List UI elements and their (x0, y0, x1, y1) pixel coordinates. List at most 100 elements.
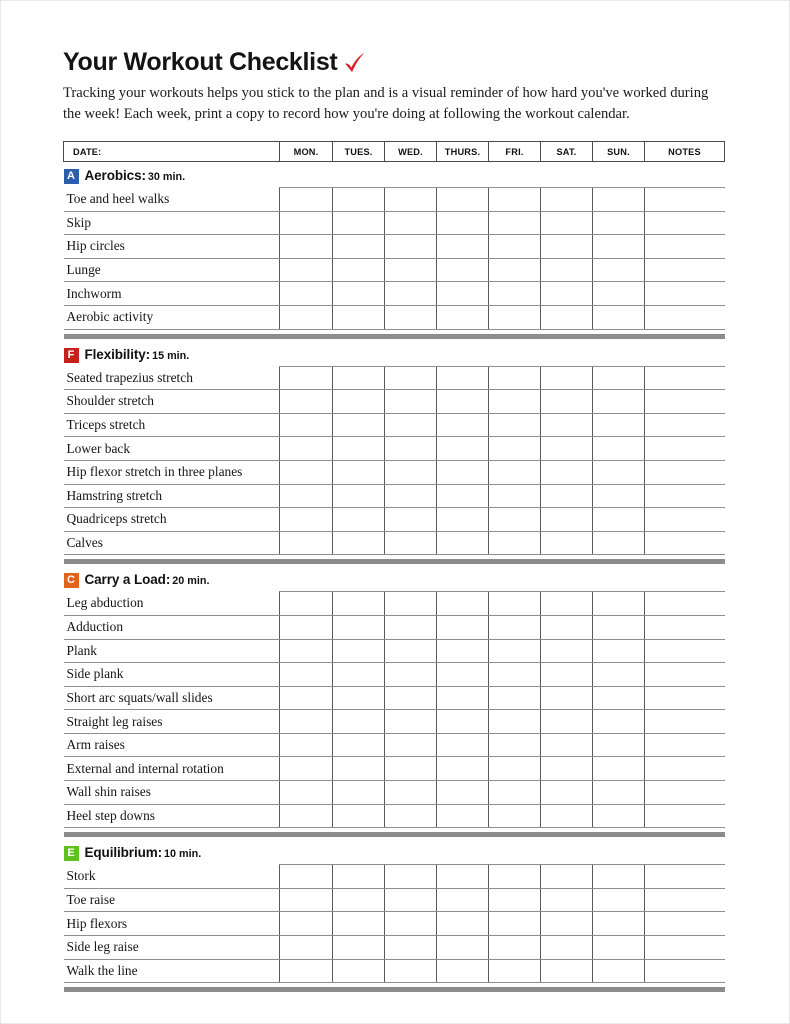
checkbox-cell-thurs[interactable] (436, 780, 489, 805)
checkbox-cell-sat[interactable] (540, 234, 593, 259)
checkbox-cell-thurs[interactable] (436, 187, 489, 212)
checkbox-cell-tues[interactable] (332, 531, 385, 556)
checkbox-cell-mon[interactable] (279, 733, 333, 758)
checkbox-cell-sat[interactable] (540, 258, 593, 283)
checkbox-cell-mon[interactable] (279, 436, 333, 461)
checkbox-cell-notes[interactable] (644, 413, 725, 438)
checkbox-cell-notes[interactable] (644, 935, 725, 960)
checkbox-cell-wed[interactable] (384, 756, 437, 782)
checkbox-cell-tues[interactable] (332, 591, 385, 616)
checkbox-cell-sat[interactable] (540, 639, 593, 664)
checkbox-cell-mon[interactable] (279, 365, 333, 391)
checkbox-cell-mon[interactable] (279, 507, 333, 532)
checkbox-cell-tues[interactable] (332, 187, 385, 212)
checkbox-cell-mon[interactable] (279, 281, 333, 306)
checkbox-cell-tues[interactable] (332, 258, 385, 283)
checkbox-cell-sat[interactable] (540, 484, 593, 509)
checkbox-cell-wed[interactable] (384, 365, 437, 391)
checkbox-cell-thurs[interactable] (436, 756, 489, 782)
checkbox-cell-sat[interactable] (540, 888, 593, 913)
checkbox-cell-fri[interactable] (488, 756, 541, 782)
checkbox-cell-sun[interactable] (592, 911, 645, 937)
checkbox-cell-tues[interactable] (332, 864, 385, 889)
checkbox-cell-mon[interactable] (279, 888, 333, 913)
checkbox-cell-tues[interactable] (332, 959, 385, 984)
checkbox-cell-wed[interactable] (384, 436, 437, 461)
checkbox-cell-sun[interactable] (592, 187, 645, 212)
checkbox-cell-notes[interactable] (644, 911, 725, 937)
checkbox-cell-wed[interactable] (384, 389, 437, 414)
checkbox-cell-fri[interactable] (488, 935, 541, 960)
checkbox-cell-sun[interactable] (592, 662, 645, 687)
checkbox-cell-fri[interactable] (488, 709, 541, 734)
checkbox-cell-fri[interactable] (488, 281, 541, 306)
checkbox-cell-thurs[interactable] (436, 615, 489, 640)
checkbox-cell-notes[interactable] (644, 662, 725, 687)
checkbox-cell-tues[interactable] (332, 804, 385, 829)
checkbox-cell-mon[interactable] (279, 211, 333, 236)
checkbox-cell-tues[interactable] (332, 365, 385, 391)
checkbox-cell-thurs[interactable] (436, 281, 489, 306)
checkbox-cell-notes[interactable] (644, 436, 725, 461)
checkbox-cell-wed[interactable] (384, 733, 437, 758)
checkbox-cell-fri[interactable] (488, 211, 541, 236)
checkbox-cell-thurs[interactable] (436, 234, 489, 259)
checkbox-cell-wed[interactable] (384, 234, 437, 259)
checkbox-cell-tues[interactable] (332, 281, 385, 306)
checkbox-cell-tues[interactable] (332, 507, 385, 532)
checkbox-cell-sat[interactable] (540, 591, 593, 616)
checkbox-cell-sat[interactable] (540, 911, 593, 937)
checkbox-cell-notes[interactable] (644, 864, 725, 889)
checkbox-cell-thurs[interactable] (436, 436, 489, 461)
checkbox-cell-wed[interactable] (384, 709, 437, 734)
checkbox-cell-tues[interactable] (332, 413, 385, 438)
checkbox-cell-tues[interactable] (332, 436, 385, 461)
checkbox-cell-notes[interactable] (644, 187, 725, 212)
checkbox-cell-mon[interactable] (279, 935, 333, 960)
checkbox-cell-sat[interactable] (540, 780, 593, 805)
checkbox-cell-thurs[interactable] (436, 935, 489, 960)
checkbox-cell-mon[interactable] (279, 615, 333, 640)
checkbox-cell-sat[interactable] (540, 733, 593, 758)
checkbox-cell-wed[interactable] (384, 911, 437, 937)
checkbox-cell-sun[interactable] (592, 756, 645, 782)
checkbox-cell-fri[interactable] (488, 258, 541, 283)
checkbox-cell-notes[interactable] (644, 211, 725, 236)
checkbox-cell-fri[interactable] (488, 507, 541, 532)
checkbox-cell-notes[interactable] (644, 365, 725, 391)
checkbox-cell-sun[interactable] (592, 258, 645, 283)
checkbox-cell-thurs[interactable] (436, 662, 489, 687)
checkbox-cell-mon[interactable] (279, 864, 333, 889)
checkbox-cell-fri[interactable] (488, 911, 541, 937)
checkbox-cell-sun[interactable] (592, 935, 645, 960)
checkbox-cell-fri[interactable] (488, 639, 541, 664)
checkbox-cell-fri[interactable] (488, 389, 541, 414)
checkbox-cell-notes[interactable] (644, 591, 725, 616)
checkbox-cell-sun[interactable] (592, 709, 645, 734)
checkbox-cell-mon[interactable] (279, 531, 333, 556)
checkbox-cell-fri[interactable] (488, 888, 541, 913)
checkbox-cell-tues[interactable] (332, 888, 385, 913)
checkbox-cell-tues[interactable] (332, 615, 385, 640)
checkbox-cell-thurs[interactable] (436, 258, 489, 283)
checkbox-cell-notes[interactable] (644, 484, 725, 509)
checkbox-cell-mon[interactable] (279, 413, 333, 438)
checkbox-cell-sat[interactable] (540, 662, 593, 687)
checkbox-cell-notes[interactable] (644, 686, 725, 711)
checkbox-cell-sun[interactable] (592, 305, 645, 330)
checkbox-cell-mon[interactable] (279, 709, 333, 734)
checkbox-cell-notes[interactable] (644, 780, 725, 805)
checkbox-cell-sun[interactable] (592, 211, 645, 236)
checkbox-cell-tues[interactable] (332, 234, 385, 259)
checkbox-cell-sat[interactable] (540, 211, 593, 236)
checkbox-cell-fri[interactable] (488, 187, 541, 212)
checkbox-cell-sun[interactable] (592, 281, 645, 306)
checkbox-cell-tues[interactable] (332, 460, 385, 485)
checkbox-cell-sat[interactable] (540, 864, 593, 889)
checkbox-cell-sun[interactable] (592, 639, 645, 664)
checkbox-cell-fri[interactable] (488, 780, 541, 805)
checkbox-cell-tues[interactable] (332, 211, 385, 236)
checkbox-cell-sat[interactable] (540, 507, 593, 532)
checkbox-cell-tues[interactable] (332, 935, 385, 960)
checkbox-cell-fri[interactable] (488, 733, 541, 758)
